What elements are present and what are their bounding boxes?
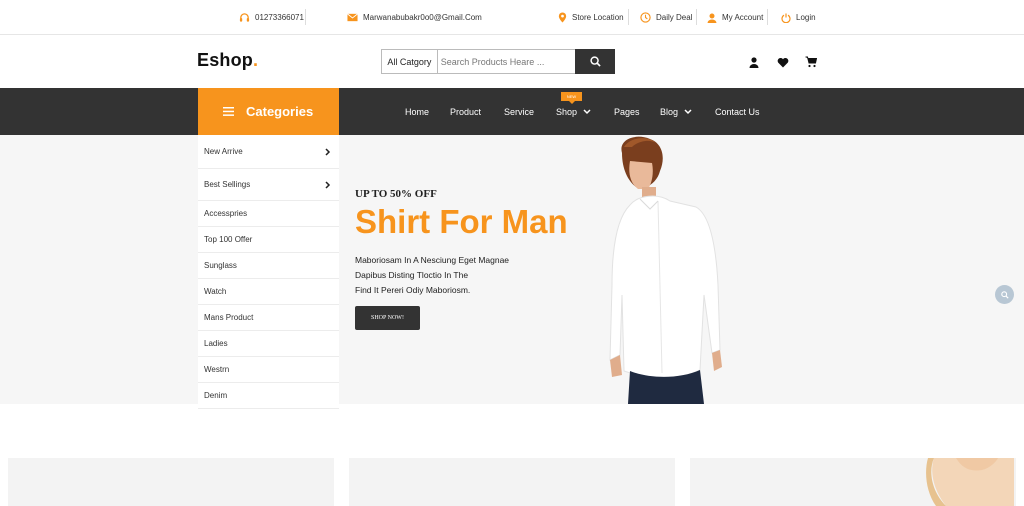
- sidebar-item-sunglass[interactable]: Sunglass: [198, 253, 339, 279]
- hero-title: Shirt For Man: [355, 203, 568, 240]
- phone-number: 01273366071: [255, 13, 304, 22]
- promo-card-3[interactable]: [690, 458, 1016, 506]
- sidebar-item-mans-product[interactable]: Mans Product: [198, 305, 339, 331]
- menu-icon: [223, 107, 234, 116]
- floating-search-button[interactable]: [995, 285, 1014, 304]
- top-bar: 01273366071 Marwanabubakr0o0@Gmail.Com S…: [0, 0, 1024, 35]
- search-icon: [589, 56, 601, 67]
- daily-deal-link[interactable]: Daily Deal: [640, 0, 692, 35]
- promo-card-3-image: [926, 458, 1014, 506]
- nav-contact-us[interactable]: Contact Us: [715, 88, 760, 135]
- sidebar-item-accessories[interactable]: Accesspries: [198, 201, 339, 227]
- new-badge: NEW: [561, 92, 582, 104]
- logo[interactable]: Eshop.: [197, 50, 258, 71]
- cart-button[interactable]: [804, 55, 818, 69]
- categories-toggle[interactable]: Categories: [198, 88, 339, 135]
- main-nav: Categories Home Product Service Shop Pag…: [0, 88, 1024, 135]
- store-location-link[interactable]: Store Location: [558, 0, 624, 35]
- location-pin-icon: [558, 12, 567, 23]
- user-icon: [707, 13, 717, 23]
- search-input[interactable]: [437, 50, 576, 73]
- power-icon: [781, 13, 791, 23]
- login-link[interactable]: Login: [781, 0, 816, 35]
- clock-icon: [640, 12, 651, 23]
- email-address: Marwanabubakr0o0@Gmail.Com: [363, 13, 482, 22]
- nav-home[interactable]: Home: [405, 88, 429, 135]
- hero-description-line-3: Find It Pereri Odiy Maboriosm.: [355, 285, 471, 295]
- my-account-label: My Account: [722, 13, 764, 22]
- search-icon: [1000, 290, 1009, 299]
- cart-icon: [805, 56, 817, 68]
- hero-model-image: [609, 136, 722, 404]
- login-label: Login: [796, 13, 816, 22]
- daily-deal-label: Daily Deal: [656, 13, 693, 22]
- mail-icon: [347, 13, 358, 22]
- shop-now-button[interactable]: SHOP NOW!: [355, 306, 420, 330]
- categories-label: Categories: [246, 104, 314, 119]
- phone-contact[interactable]: 01273366071: [239, 0, 304, 35]
- nav-product[interactable]: Product: [450, 88, 481, 135]
- chevron-down-icon: [684, 108, 692, 114]
- sidebar-item-new-arrive[interactable]: New Arrive: [198, 135, 339, 169]
- store-location-label: Store Location: [572, 13, 624, 22]
- sidebar-item-top-100-offer[interactable]: Top 100 Offer: [198, 227, 339, 253]
- promo-card-2[interactable]: [349, 458, 675, 506]
- search-category-select[interactable]: All Catgory: [382, 50, 438, 73]
- sidebar-item-denim[interactable]: Denim: [198, 383, 339, 409]
- search-bar: All Catgory: [381, 49, 615, 74]
- site-header: Eshop. All Catgory: [0, 36, 1024, 88]
- nav-blog[interactable]: Blog: [660, 88, 692, 135]
- headset-icon: [239, 13, 250, 22]
- sidebar-item-ladies[interactable]: Ladies: [198, 331, 339, 357]
- nav-service[interactable]: Service: [504, 88, 534, 135]
- hero-description-line-1: Maboriosam In A Nesciung Eget Magnae: [355, 255, 510, 265]
- email-contact[interactable]: Marwanabubakr0o0@Gmail.Com: [347, 0, 482, 35]
- my-account-link[interactable]: My Account: [707, 0, 763, 35]
- account-button[interactable]: [747, 55, 761, 69]
- sidebar-item-best-sellings[interactable]: Best Sellings: [198, 169, 339, 201]
- promo-card-1[interactable]: [8, 458, 334, 506]
- sidebar-item-westrn[interactable]: Westrn: [198, 357, 339, 383]
- chevron-right-icon: [325, 180, 331, 189]
- chevron-right-icon: [325, 147, 331, 156]
- chevron-down-icon: [583, 108, 591, 114]
- hero-kicker: UP TO 50% OFF: [355, 188, 437, 200]
- wishlist-button[interactable]: [776, 55, 790, 69]
- user-icon: [749, 56, 759, 68]
- category-sidebar: New Arrive Best Sellings Accesspries Top…: [198, 135, 339, 410]
- search-button[interactable]: [575, 49, 615, 74]
- sidebar-item-watch[interactable]: Watch: [198, 279, 339, 305]
- hero-description-line-2: Dapibus Disting Tloctio In The: [355, 270, 469, 280]
- nav-pages[interactable]: Pages: [614, 88, 640, 135]
- heart-icon: [777, 57, 789, 67]
